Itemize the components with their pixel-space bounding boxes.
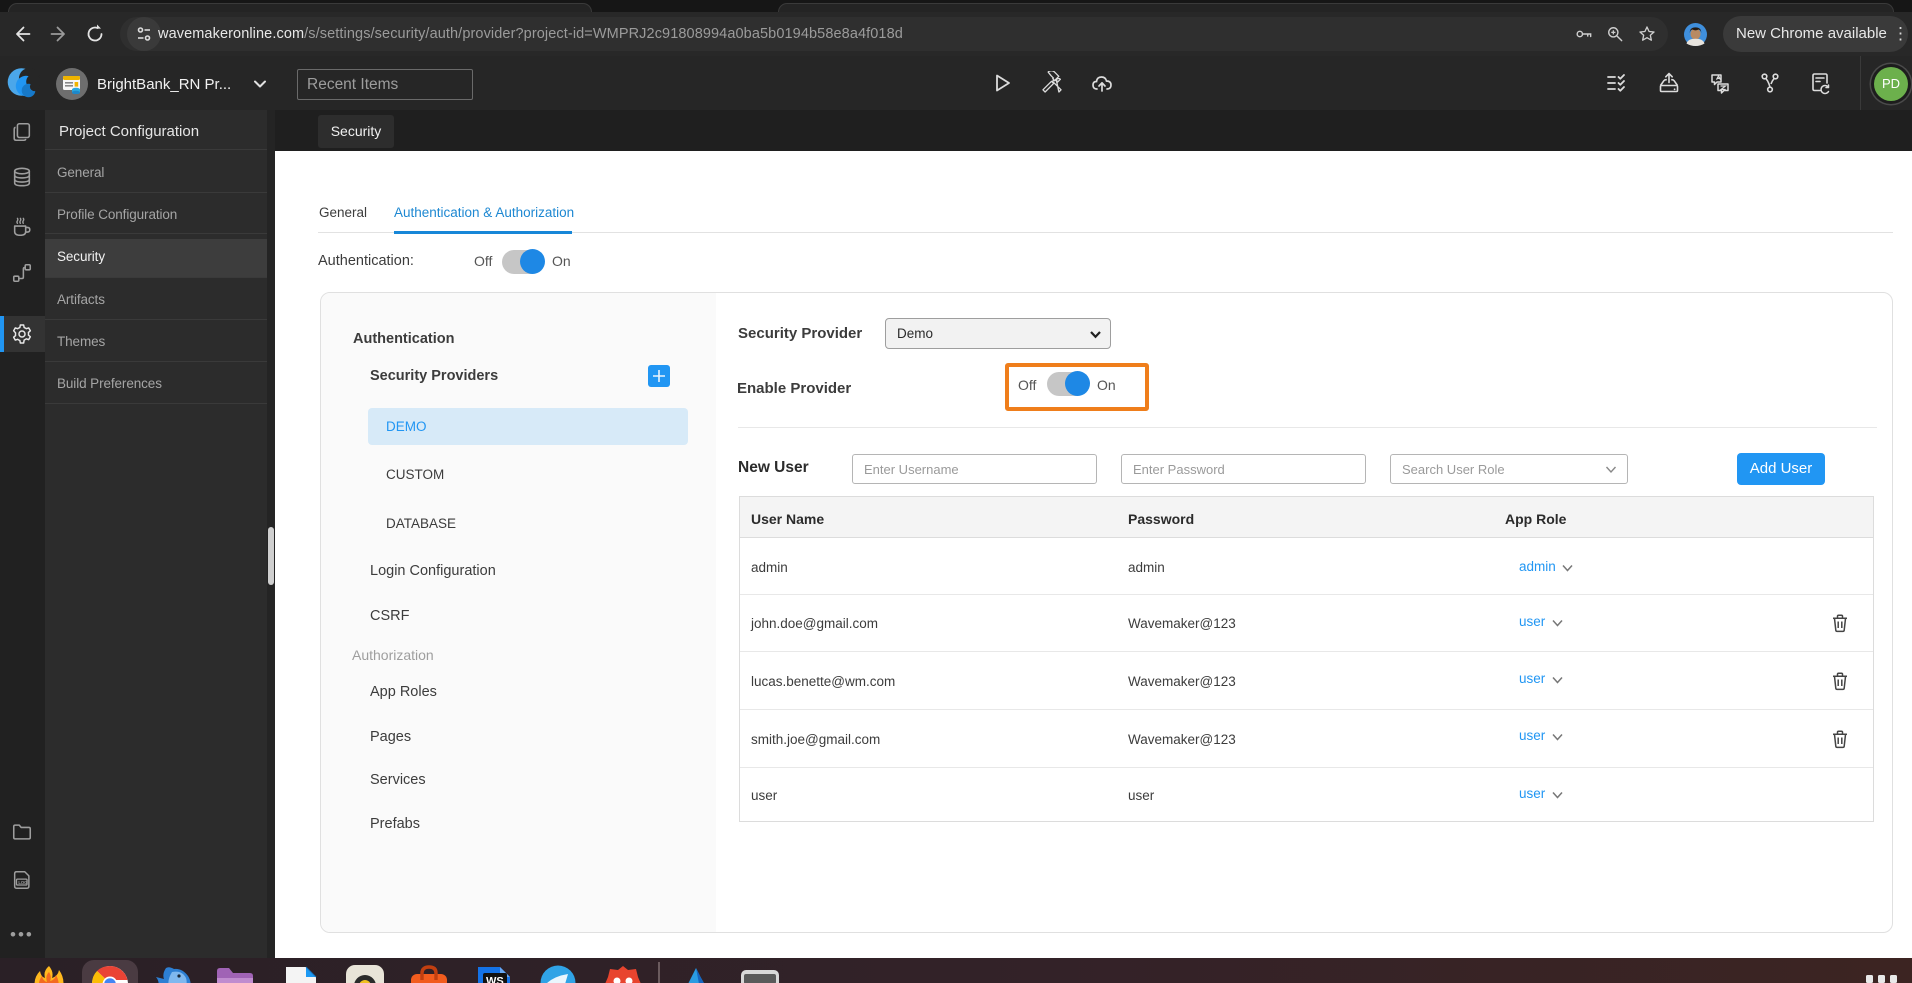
svg-text:LOG: LOG (18, 880, 28, 885)
svg-text:WS: WS (486, 976, 504, 983)
